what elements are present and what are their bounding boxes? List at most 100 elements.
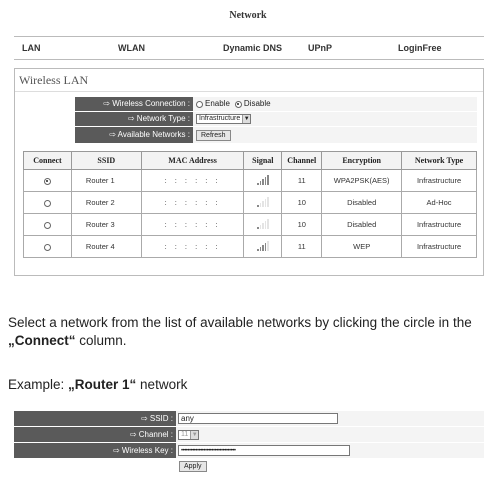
- tab-upnp[interactable]: UPnP: [308, 43, 332, 53]
- encryption-cell: WEP: [321, 235, 403, 258]
- signal-bar: [257, 204, 259, 207]
- connect-radio[interactable]: [43, 243, 51, 251]
- col-connect: Connect: [23, 151, 72, 170]
- signal-bar: [262, 222, 264, 229]
- connect-cell: [23, 235, 72, 258]
- wireless-key-input[interactable]: ••••••••••••••••••••••••••••••••••: [178, 445, 350, 456]
- col-ssid: SSID: [70, 151, 142, 170]
- signal-icon: [257, 240, 269, 251]
- channel-cell: 10: [281, 213, 323, 236]
- signal-icon: [257, 174, 269, 185]
- signal-bar: [262, 178, 264, 185]
- wireless-lan-panel: Wireless LAN ⇨ Wireless Connection : Ena…: [14, 68, 484, 276]
- network-type-cell: Infrastructure: [401, 213, 477, 236]
- enable-label: Enable: [205, 99, 230, 108]
- signal-bar: [267, 174, 269, 185]
- mac-cell: : : : : : :: [140, 213, 245, 236]
- channel-cell: 11: [281, 169, 323, 192]
- network-type-select[interactable]: Infrastructure ▼: [196, 114, 252, 124]
- col-channel: Channel: [281, 151, 323, 170]
- signal-bar: [264, 220, 267, 229]
- networks-table: Connect SSID MAC Address Signal Channel …: [23, 151, 477, 258]
- tab-bar: LAN WLAN Dynamic DNS UPnP LoginFree: [14, 36, 484, 60]
- channel-value: 11: [181, 431, 189, 438]
- tab-wlan[interactable]: WLAN: [118, 43, 145, 53]
- table-row: Router 1: : : : : : 11 WPA2PSK(AES) Infrast…: [23, 169, 477, 192]
- available-networks-label: ⇨ Available Networks :: [75, 127, 193, 143]
- connect-cell: [23, 213, 72, 236]
- connect-radio[interactable]: [43, 177, 51, 185]
- signal-bar: [267, 240, 269, 251]
- ssid-row: ⇨ SSID : any: [14, 411, 484, 426]
- signal-icon: [257, 218, 269, 229]
- col-encryption: Encryption: [321, 151, 403, 170]
- connect-radio[interactable]: [43, 199, 51, 207]
- signal-bar: [259, 202, 262, 207]
- example-pre: Example:: [8, 377, 69, 392]
- page-title: Network: [229, 10, 267, 21]
- channel-select[interactable]: 11 ▼: [178, 429, 200, 440]
- wireless-key-row: ⇨ Wireless Key : •••••••••••••••••••••••…: [14, 443, 484, 458]
- network-type-cell: Infrastructure: [401, 169, 477, 192]
- encryption-cell: Disabled: [321, 191, 403, 214]
- wireless-form: ⇨ Wireless Connection : Enable Disable ⇨…: [75, 97, 477, 144]
- signal-bar: [264, 242, 267, 251]
- channel-cell: 10: [281, 191, 323, 214]
- network-type-cell: Ad-Hoc: [401, 191, 477, 214]
- signal-bar: [257, 248, 259, 251]
- disable-radio[interactable]: [234, 100, 242, 108]
- signal-bar: [262, 200, 264, 207]
- available-networks-row: ⇨ Available Networks : Refresh: [75, 127, 477, 143]
- signal-bar: [264, 176, 267, 185]
- signal-cell: [243, 191, 283, 214]
- channel-row: ⇨ Channel : 11 ▼: [14, 427, 484, 442]
- signal-bar: [259, 246, 262, 251]
- disable-label: Disable: [243, 99, 271, 108]
- chevron-down-icon: ▼: [242, 115, 251, 123]
- table-row: Router 4: : : : : : 11 WEP Infrastructure: [23, 235, 477, 258]
- signal-cell: [243, 169, 283, 192]
- connect-cell: [23, 169, 72, 192]
- apply-row: Apply: [14, 459, 484, 474]
- channel-label: ⇨ Channel :: [14, 427, 176, 442]
- signal-bar: [267, 218, 269, 229]
- instruction-bold: „Connect“: [8, 333, 76, 348]
- signal-bar: [259, 224, 262, 229]
- signal-bar: [257, 226, 259, 229]
- tab-dynamic-dns[interactable]: Dynamic DNS: [223, 43, 282, 53]
- ssid-cell: Router 4: [70, 235, 142, 258]
- network-settings-form: ⇨ SSID : any ⇨ Channel : 11 ▼ ⇨ Wireless…: [14, 411, 484, 481]
- tab-loginfree[interactable]: LoginFree: [398, 43, 442, 53]
- refresh-button[interactable]: Refresh: [196, 129, 231, 141]
- encryption-cell: WPA2PSK(AES): [321, 169, 403, 192]
- instruction-pre: Select a network from the list of availa…: [8, 315, 472, 330]
- mac-cell: : : : : : :: [140, 235, 245, 258]
- apply-button[interactable]: Apply: [179, 461, 207, 472]
- ssid-input[interactable]: any: [178, 413, 338, 424]
- example-bold: „Router 1“: [68, 377, 137, 392]
- example-text: Example: „Router 1“ network: [8, 376, 492, 394]
- enable-radio[interactable]: [196, 100, 203, 108]
- chevron-down-icon: ▼: [190, 430, 199, 439]
- panel-title: Wireless LAN: [19, 73, 89, 87]
- mac-cell: : : : : : :: [140, 169, 245, 192]
- table-row: Router 3: : : : : : 10 Disabled Infrastruct…: [23, 213, 477, 236]
- ssid-cell: Router 3: [70, 213, 142, 236]
- divider: [15, 91, 483, 92]
- network-type-row: ⇨ Network Type : Infrastructure ▼: [75, 112, 477, 126]
- network-type-value: Infrastructure: [199, 115, 241, 122]
- instruction-post: column.: [75, 333, 127, 348]
- signal-bar: [267, 196, 269, 207]
- ssid-label: ⇨ SSID :: [14, 411, 176, 426]
- table-row: Router 2: : : : : : 10 Disabled Ad-Hoc: [23, 191, 477, 214]
- connect-radio[interactable]: [43, 221, 51, 229]
- wireless-key-label: ⇨ Wireless Key :: [14, 443, 176, 458]
- ssid-cell: Router 1: [70, 169, 142, 192]
- network-type-label: ⇨ Network Type :: [75, 112, 193, 126]
- col-signal: Signal: [243, 151, 283, 170]
- signal-bar: [264, 198, 267, 207]
- network-type-cell: Infrastructure: [401, 235, 477, 258]
- signal-bar: [262, 244, 264, 251]
- tab-lan[interactable]: LAN: [22, 43, 41, 53]
- wireless-connection-label: ⇨ Wireless Connection :: [75, 97, 193, 111]
